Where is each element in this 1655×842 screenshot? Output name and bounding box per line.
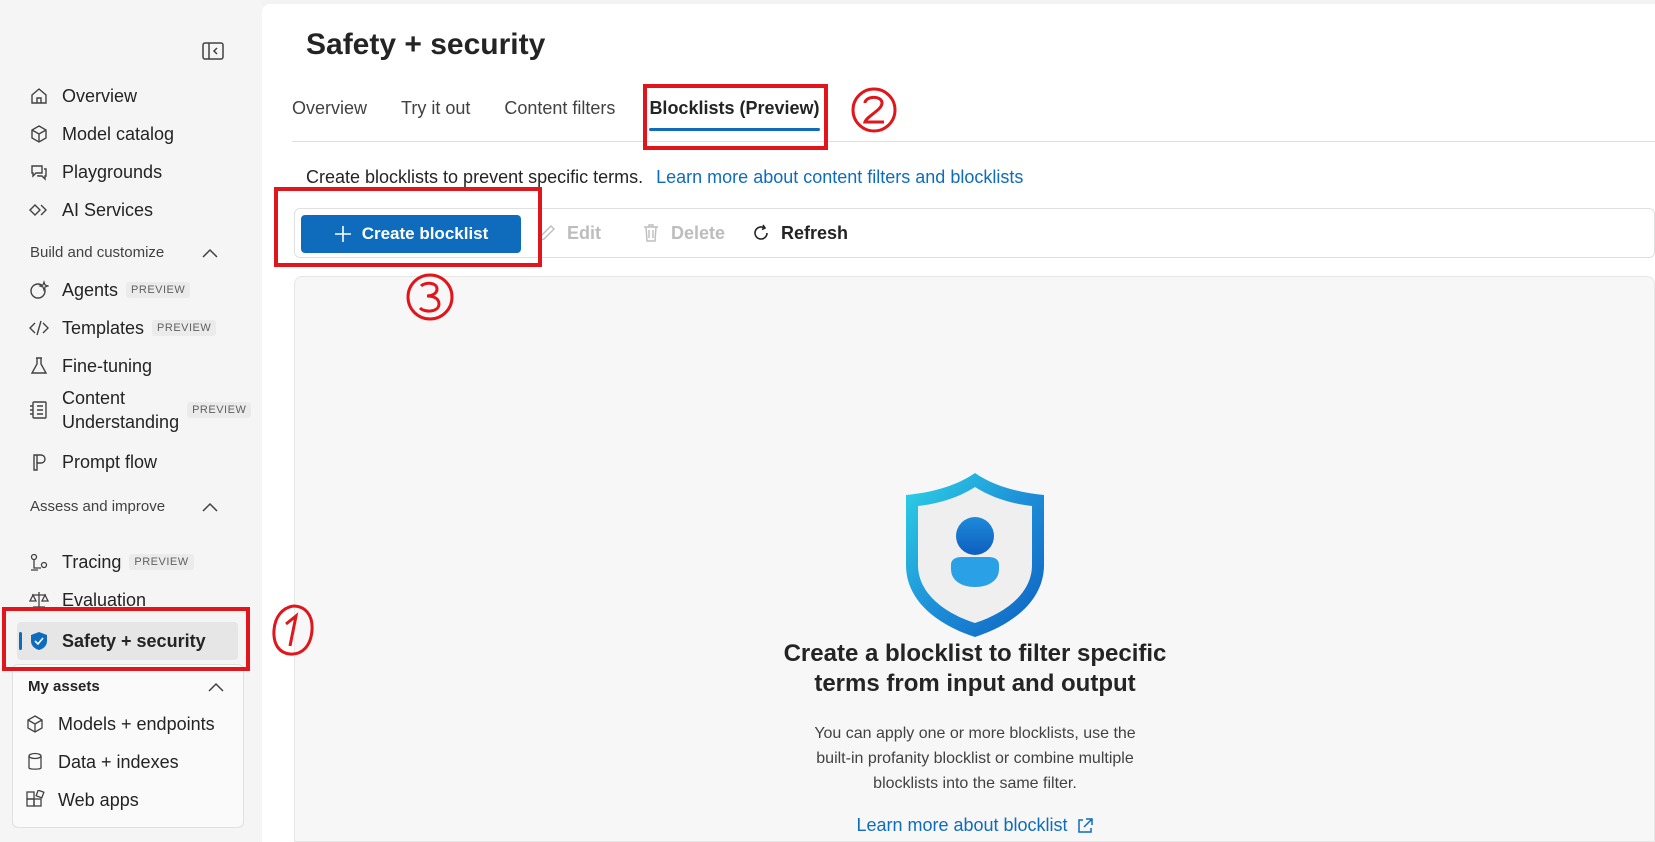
annotation-box-1 <box>2 607 250 671</box>
section-build-customize[interactable]: Build and customize <box>30 244 218 261</box>
learn-more-filters-link[interactable]: Learn more about content filters and blo… <box>656 167 1023 187</box>
sidebar-item-label: Agents <box>62 279 119 300</box>
button-label: Delete <box>671 222 726 243</box>
tracing-icon <box>28 551 50 573</box>
refresh-icon <box>754 224 768 240</box>
annotation-box-3 <box>274 187 542 267</box>
sidebar-item-tracing[interactable]: Tracing PREVIEW <box>28 544 194 580</box>
body-line: blocklists into the same filter. <box>873 775 1077 792</box>
sidebar-item-model-catalog[interactable]: Model catalog <box>28 116 174 152</box>
empty-state-title: Create a blocklist to filter specific te… <box>675 639 1275 699</box>
preview-badge: PREVIEW <box>152 320 217 336</box>
sidebar-item-label: Fine-tuning <box>62 355 153 376</box>
code-icon <box>28 317 50 339</box>
sidebar-item-label: Playgrounds <box>62 161 163 182</box>
chevron-up-icon <box>208 682 224 692</box>
shield-person-icon <box>906 473 1044 637</box>
sidebar-item-label: Models + endpoints <box>58 713 215 734</box>
description-text: Create blocklists to prevent specific te… <box>306 167 644 187</box>
tab-overview[interactable]: Overview <box>292 90 367 127</box>
sidebar-item-label: Tracing <box>62 551 122 572</box>
section-title: Build and customize <box>30 244 165 261</box>
document-list-icon <box>28 399 50 421</box>
sidebar-item-label: Templates <box>62 317 145 338</box>
annotation-circle-1: 1 <box>270 602 314 656</box>
empty-state-description: You can apply one or more blocklists, us… <box>725 721 1225 796</box>
sidebar-item-content-understanding[interactable]: Content Understanding PREVIEW <box>28 386 252 434</box>
learn-more-blocklist-link[interactable]: Learn more about blocklist <box>675 815 1275 836</box>
empty-state-panel: Create a blocklist to filter specific te… <box>294 276 1655 842</box>
refresh-button[interactable]: Refresh <box>751 209 848 257</box>
sidebar-item-label: Content Understanding <box>62 386 179 434</box>
sidebar-item-templates[interactable]: Templates PREVIEW <box>28 310 217 346</box>
diamond-icon <box>28 199 50 221</box>
database-icon <box>24 751 46 773</box>
sidebar-item-label: Data + indexes <box>58 751 179 772</box>
sidebar: Overview Model catalog Playgrounds AI Se… <box>0 0 262 842</box>
sidebar-item-label: Prompt flow <box>62 451 158 472</box>
label-line: Understanding <box>62 412 180 432</box>
section-title: My assets <box>28 678 100 695</box>
sidebar-item-web-apps[interactable]: Web apps <box>24 782 139 818</box>
preview-badge: PREVIEW <box>126 282 191 298</box>
button-label: Edit <box>567 222 601 243</box>
link-label: Learn more about blocklist <box>856 815 1068 835</box>
home-icon <box>28 85 50 107</box>
chat-bubbles-icon <box>28 161 50 183</box>
sidebar-item-label: AI Services <box>62 199 154 220</box>
annotation-circle-2: 2 <box>850 86 897 133</box>
sparkle-icon <box>28 279 50 301</box>
body-line: built-in profanity blocklist or combine … <box>816 750 1134 767</box>
title-line: terms from input and output <box>814 670 1136 697</box>
sidebar-item-playgrounds[interactable]: Playgrounds <box>28 154 162 190</box>
delete-button[interactable]: Delete <box>641 209 725 257</box>
sidebar-item-fine-tuning[interactable]: Fine-tuning <box>28 348 152 384</box>
annotation-circle-3: 3 <box>405 272 454 321</box>
button-label: Refresh <box>781 222 849 243</box>
page-title: Safety + security <box>306 28 546 61</box>
sidebar-item-label: Overview <box>62 85 138 106</box>
sidebar-item-agents[interactable]: Agents PREVIEW <box>28 272 191 308</box>
body-line: You can apply one or more blocklists, us… <box>814 725 1136 742</box>
section-assess-improve[interactable]: Assess and improve <box>30 498 218 515</box>
preview-badge: PREVIEW <box>187 402 252 418</box>
cube-icon <box>24 713 46 735</box>
sidebar-item-label: Web apps <box>58 789 139 810</box>
sidebar-item-label: Model catalog <box>62 123 175 144</box>
label-line: Content <box>62 388 126 408</box>
tab-content-filters[interactable]: Content filters <box>504 90 615 127</box>
apps-icon <box>24 789 46 811</box>
annotation-number-1: 1 <box>270 602 271 603</box>
flow-icon <box>28 451 50 473</box>
title-line: Create a blocklist to filter specific <box>783 640 1167 667</box>
chevron-up-icon <box>202 502 218 512</box>
external-link-icon <box>1077 817 1093 833</box>
main-content: Safety + security Overview Try it out Co… <box>262 4 1655 842</box>
annotation-box-2 <box>643 84 828 150</box>
edit-button[interactable]: Edit <box>537 209 601 257</box>
sidebar-item-models-endpoints[interactable]: Models + endpoints <box>24 706 215 742</box>
cube-stack-icon <box>28 123 50 145</box>
page-description: Create blocklists to prevent specific te… <box>306 167 1023 188</box>
panel-collapse-icon <box>202 42 224 60</box>
annotation-number-3: 3 <box>405 272 406 273</box>
section-title: Assess and improve <box>30 498 166 515</box>
sidebar-item-overview[interactable]: Overview <box>28 78 137 114</box>
flask-icon <box>28 355 50 377</box>
app-window: Overview Model catalog Playgrounds AI Se… <box>0 0 1655 842</box>
section-my-assets[interactable]: My assets <box>28 678 224 695</box>
annotation-number-2: 2 <box>850 86 851 87</box>
sidebar-item-data-indexes[interactable]: Data + indexes <box>24 744 179 780</box>
sidebar-item-ai-services[interactable]: AI Services <box>28 192 153 228</box>
chevron-up-icon <box>202 248 218 258</box>
trash-icon <box>644 224 658 242</box>
sidebar-item-prompt-flow[interactable]: Prompt flow <box>28 444 157 480</box>
collapse-sidebar-button[interactable] <box>200 40 226 62</box>
tab-try-it-out[interactable]: Try it out <box>401 90 470 127</box>
preview-badge: PREVIEW <box>129 554 194 570</box>
tab-divider <box>292 141 1655 142</box>
